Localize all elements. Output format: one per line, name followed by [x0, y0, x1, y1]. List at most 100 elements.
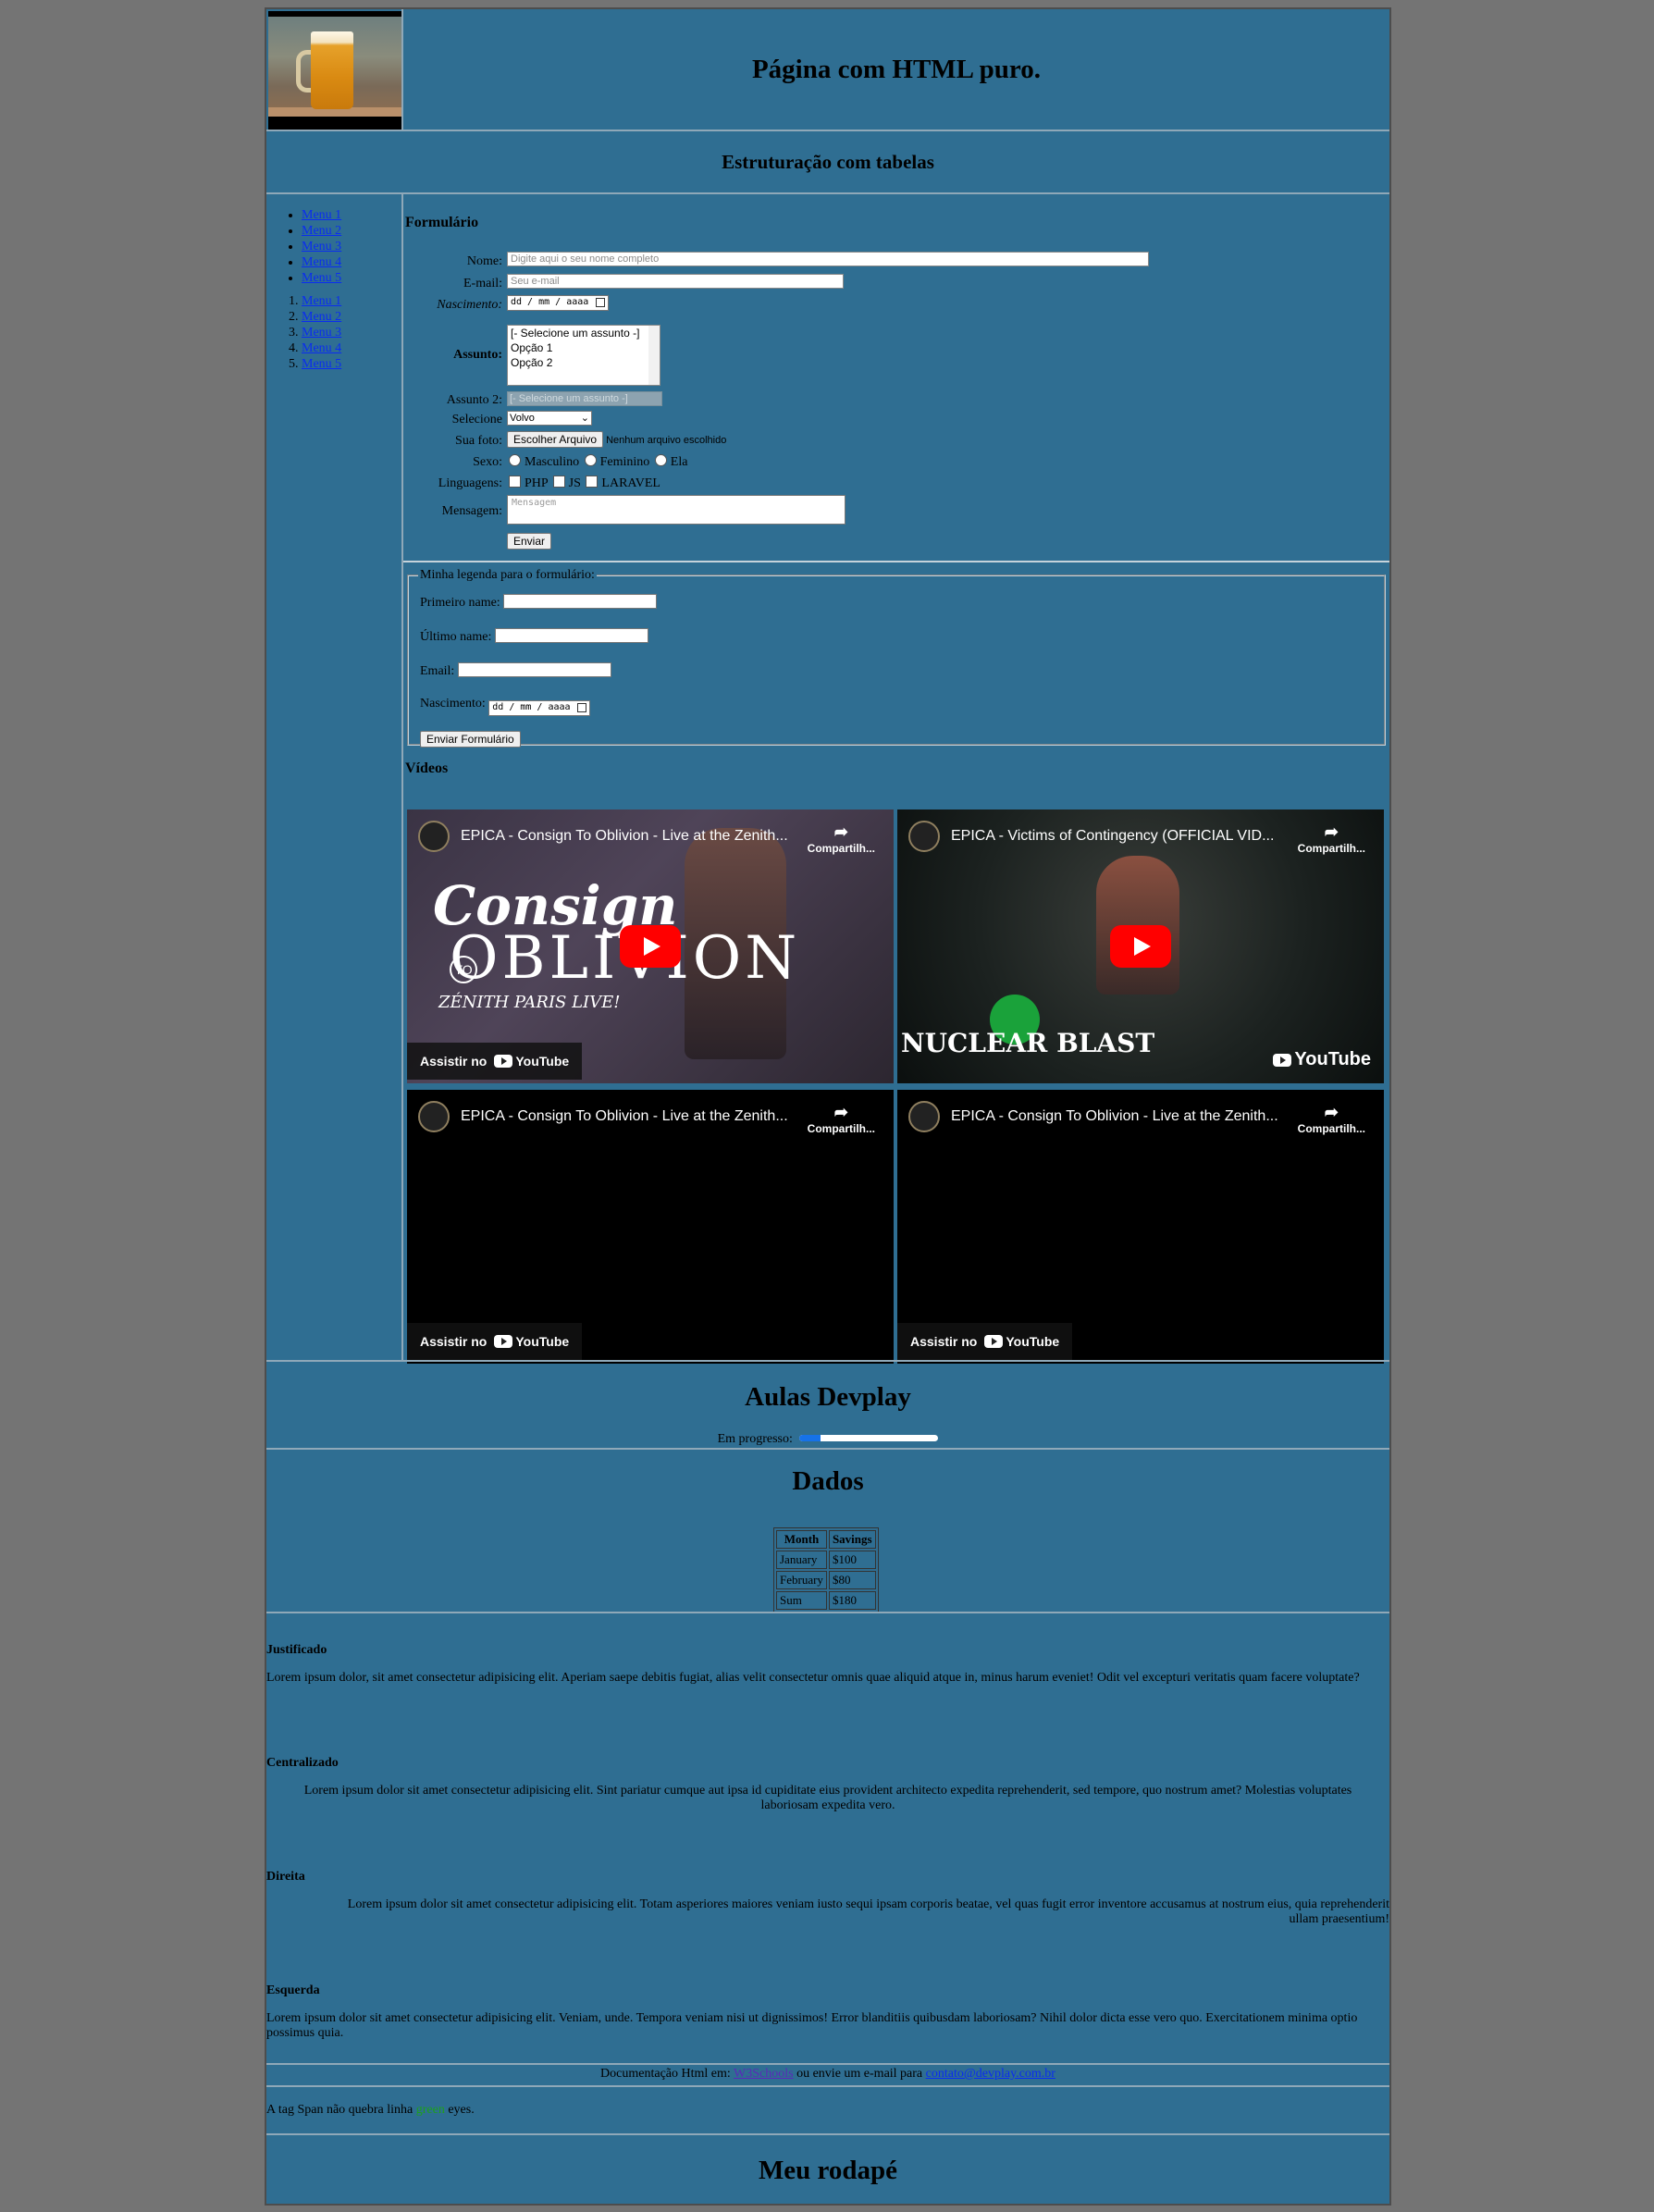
video-title[interactable]: EPICA - Consign To Oblivion - Live at th…: [461, 828, 788, 845]
email-input[interactable]: Seu e-mail: [507, 274, 844, 289]
enviar-formulario-button[interactable]: Enviar Formulário: [420, 731, 521, 748]
video-embed[interactable]: Consign TO OBLIVION ZÉNITH PARIS LIVE! E…: [407, 809, 894, 1083]
text-alignment-section: Justificado Lorem ipsum dolor, sit amet …: [266, 1613, 1389, 2063]
email-label: E-mail:: [463, 277, 502, 290]
dados-title: Dados: [792, 1466, 864, 1496]
channel-avatar[interactable]: [908, 821, 940, 852]
calendar-icon: [596, 298, 605, 307]
menu-link[interactable]: Menu 5: [302, 271, 341, 285]
video-embed[interactable]: EPICA - Consign To Oblivion - Live at th…: [407, 1090, 894, 1364]
table-cell: $100: [828, 1551, 876, 1569]
video-title[interactable]: EPICA - Victims of Contingency (OFFICIAL…: [951, 828, 1274, 845]
menu-link[interactable]: Menu 2: [302, 224, 341, 238]
nascimento-date-input[interactable]: dd / mm / aaaa: [507, 295, 609, 311]
checkbox-label: LARAVEL: [601, 476, 660, 490]
menu-link[interactable]: Menu 2: [302, 310, 341, 324]
esquerda-title: Esquerda: [266, 1983, 320, 1997]
page-subtitle: Estruturação com tabelas: [722, 150, 934, 173]
file-status: Nenhum arquivo escolhido: [606, 435, 727, 446]
progress-bar: [799, 1435, 939, 1441]
ultimo-input[interactable]: [494, 628, 648, 643]
choose-file-button[interactable]: Escolher Arquivo: [507, 431, 604, 448]
assunto-listbox[interactable]: [- Selecione um assunto -] Opção 1 Opção…: [507, 325, 660, 386]
primeiro-input[interactable]: [503, 594, 658, 609]
calendar-icon: [577, 703, 587, 712]
checkbox-js[interactable]: [552, 476, 565, 488]
unordered-menu: Menu 1 Menu 2 Menu 3 Menu 4 Menu 5: [266, 207, 401, 286]
mensagem-label: Mensagem:: [441, 504, 502, 518]
video-embed[interactable]: EPICA - Consign To Oblivion - Live at th…: [897, 1090, 1384, 1364]
share-button[interactable]: ➦ Compartilh...: [808, 1103, 875, 1135]
table-cell: Sum: [776, 1591, 827, 1610]
share-button[interactable]: ➦ Compartilh...: [1298, 1103, 1365, 1135]
watch-on-youtube-button[interactable]: Assistir no YouTube: [407, 1323, 583, 1360]
play-button[interactable]: [1110, 925, 1171, 968]
menu-link[interactable]: Menu 1: [302, 208, 341, 222]
menu-link[interactable]: Menu 3: [302, 240, 341, 253]
youtube-icon: [1273, 1053, 1292, 1067]
fieldset-legend: Minha legenda para o formulário:: [420, 568, 595, 582]
nome-input[interactable]: Digite aqui o seu nome completo: [507, 252, 1149, 266]
listbox-option[interactable]: Opção 1: [511, 340, 657, 355]
listbox-option[interactable]: [- Selecione um assunto -]: [511, 326, 657, 340]
checkbox-laravel[interactable]: [586, 476, 599, 488]
fs-date-input[interactable]: dd / mm / aaaa: [488, 700, 591, 716]
fs-email-input[interactable]: [457, 662, 611, 677]
email-link[interactable]: contato@devplay.com.br: [926, 2067, 1055, 2081]
checkbox-php[interactable]: [509, 476, 521, 488]
channel-avatar[interactable]: [418, 821, 450, 852]
channel-avatar[interactable]: [418, 1101, 450, 1132]
table-cell: $180: [828, 1591, 876, 1610]
green-span: green: [415, 2103, 445, 2117]
enviar-button[interactable]: Enviar: [507, 533, 552, 550]
menu-link[interactable]: Menu 3: [302, 326, 341, 340]
sexo-label: Sexo:: [473, 455, 502, 469]
ultimo-label: Último name:: [420, 630, 492, 644]
span-example-row: A tag Span não quebra linha green eyes.: [266, 2087, 1389, 2133]
share-button[interactable]: ➦ Compartilh...: [808, 822, 875, 855]
share-icon: ➦: [1324, 822, 1339, 841]
radio-masculino[interactable]: [509, 454, 521, 466]
esquerda-paragraph: Lorem ipsum dolor sit amet consectetur a…: [266, 2011, 1358, 2040]
chevron-down-icon: ⌄: [580, 413, 589, 424]
table-row: Sum $180: [776, 1591, 876, 1610]
video-embed[interactable]: NUCLEAR BLAST EPICA - Victims of Conting…: [897, 809, 1384, 1083]
share-button[interactable]: ➦ Compartilh...: [1298, 822, 1365, 855]
video-title[interactable]: EPICA - Consign To Oblivion - Live at th…: [951, 1108, 1278, 1125]
menu-link[interactable]: Menu 1: [302, 294, 341, 308]
justificado-paragraph: Lorem ipsum dolor, sit amet consectetur …: [266, 1671, 1360, 1685]
ordered-menu: Menu 1 Menu 2 Menu 3 Menu 4 Menu 5: [266, 293, 401, 372]
share-icon: ➦: [833, 1103, 848, 1121]
documentation-row: Documentação Html em: W3Schools ou envie…: [266, 2065, 1389, 2083]
radio-feminino[interactable]: [584, 454, 597, 466]
listbox-option[interactable]: Opção 2: [511, 355, 657, 370]
page-table: Página com HTML puro. Estruturação com t…: [265, 7, 1391, 2206]
page-title: Página com HTML puro.: [751, 54, 1042, 84]
table-cell: February: [776, 1571, 827, 1589]
foto-label: Sua foto:: [455, 434, 502, 448]
beer-logo-image: [268, 11, 401, 130]
channel-avatar[interactable]: [908, 1101, 940, 1132]
watch-on-youtube-button[interactable]: Assistir no YouTube: [407, 1043, 583, 1080]
span-text: eyes.: [448, 2103, 475, 2117]
nascimento-label: Nascimento:: [437, 298, 502, 312]
menu-link[interactable]: Menu 4: [302, 255, 341, 269]
menu-link[interactable]: Menu 5: [302, 357, 341, 371]
mensagem-textarea[interactable]: Mensagem: [507, 495, 846, 525]
video-art-text: NUCLEAR BLAST: [901, 1028, 1155, 1058]
video-title[interactable]: EPICA - Consign To Oblivion - Live at th…: [461, 1108, 788, 1125]
span-text: A tag Span não quebra linha: [266, 2103, 414, 2117]
email-label: Email:: [420, 664, 455, 678]
devplay-section: Aulas Devplay Em progresso:: [266, 1362, 1389, 1447]
youtube-logo[interactable]: YouTube: [1273, 1049, 1371, 1070]
play-button[interactable]: [620, 925, 681, 968]
assunto-label: Assunto:: [453, 348, 502, 362]
w3schools-link[interactable]: W3Schools: [734, 2067, 794, 2081]
car-select[interactable]: Volvo ⌄: [507, 411, 592, 426]
assunto2-select: [- Selecione um assunto -]: [507, 391, 662, 406]
listbox-scrollbar[interactable]: [648, 326, 660, 385]
radio-ela[interactable]: [654, 454, 667, 466]
selecione-label: Selecione: [451, 413, 502, 426]
watch-on-youtube-button[interactable]: Assistir no YouTube: [897, 1323, 1073, 1360]
menu-link[interactable]: Menu 4: [302, 341, 341, 355]
